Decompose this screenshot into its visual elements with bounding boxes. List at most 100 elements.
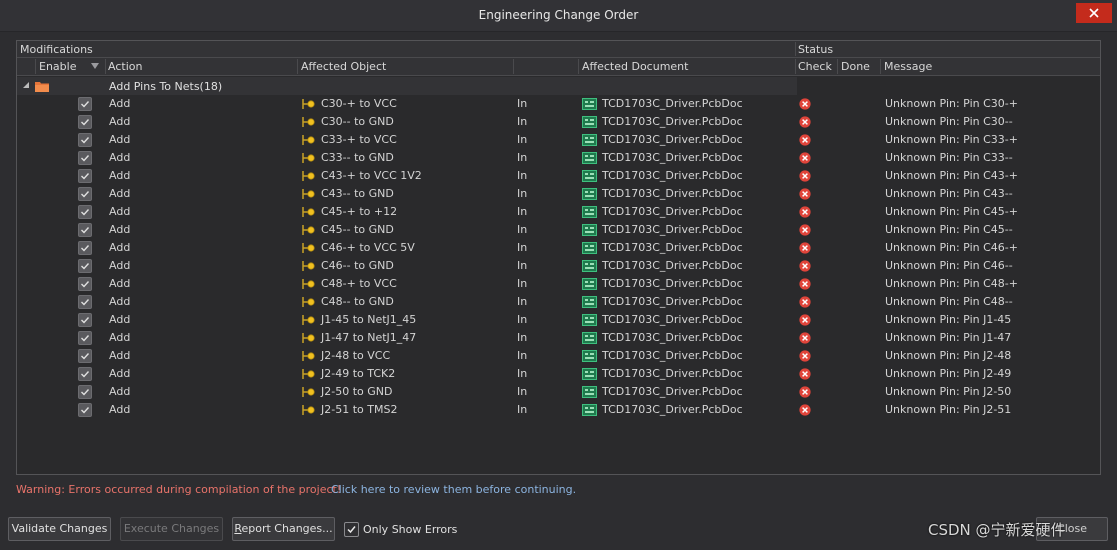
row-affected-object: C30-- to GND bbox=[321, 115, 394, 128]
row-affected-document: TCD1703C_Driver.PcbDoc bbox=[602, 331, 743, 344]
message-column-header[interactable]: Message bbox=[881, 58, 932, 75]
checkmark-icon bbox=[81, 389, 90, 396]
affected-document-column-header[interactable]: Affected Document bbox=[579, 58, 688, 75]
enable-checkbox[interactable] bbox=[78, 115, 92, 129]
table-row[interactable]: Add J2-48 to VCC In TCD1703C_Driver.PcbD… bbox=[17, 347, 1100, 365]
enable-checkbox[interactable] bbox=[78, 169, 92, 183]
row-message: Unknown Pin: Pin J2-51 bbox=[885, 403, 1012, 416]
table-row[interactable]: Add J1-47 to NetJ1_47 In TCD1703C_Driver… bbox=[17, 329, 1100, 347]
pcb-document-icon bbox=[582, 332, 597, 344]
execute-changes-button[interactable]: Execute Changes bbox=[120, 517, 223, 541]
table-row[interactable]: Add C45-- to GND In TCD1703C_Driver.PcbD… bbox=[17, 221, 1100, 239]
enable-checkbox[interactable] bbox=[78, 241, 92, 255]
table-row[interactable]: Add C48-+ to VCC In TCD1703C_Driver.PcbD… bbox=[17, 275, 1100, 293]
enable-checkbox[interactable] bbox=[78, 187, 92, 201]
check-column-header[interactable]: Check bbox=[795, 58, 832, 75]
error-icon bbox=[799, 314, 811, 326]
row-affected-object: J1-47 to NetJ1_47 bbox=[321, 331, 417, 344]
report-mnemonic: R bbox=[234, 522, 242, 535]
affected-object-column-header[interactable]: Affected Object bbox=[298, 58, 386, 75]
enable-checkbox[interactable] bbox=[78, 367, 92, 381]
row-action: Add bbox=[109, 367, 131, 380]
sort-down-icon[interactable] bbox=[90, 62, 100, 70]
row-affected-document: TCD1703C_Driver.PcbDoc bbox=[602, 259, 743, 272]
changes-grid[interactable]: Modifications Status Enable Action Affec… bbox=[16, 40, 1101, 475]
pcb-document-icon bbox=[582, 242, 597, 254]
table-row[interactable]: Add C46-- to GND In TCD1703C_Driver.PcbD… bbox=[17, 257, 1100, 275]
report-changes-button[interactable]: Report Changes... bbox=[232, 517, 335, 541]
row-affected-document: TCD1703C_Driver.PcbDoc bbox=[602, 187, 743, 200]
enable-checkbox[interactable] bbox=[78, 277, 92, 291]
table-row[interactable]: Add C43-+ to VCC 1V2 In TCD1703C_Driver.… bbox=[17, 167, 1100, 185]
table-row[interactable]: Add J2-49 to TCK2 In TCD1703C_Driver.Pcb… bbox=[17, 365, 1100, 383]
modifications-group-header: Modifications bbox=[20, 43, 93, 56]
group-row-add-pins[interactable]: Add Pins To Nets(18) bbox=[17, 77, 797, 95]
only-show-errors-box[interactable] bbox=[344, 521, 359, 537]
action-column-header[interactable]: Action bbox=[105, 58, 142, 75]
table-row[interactable]: Add C33-+ to VCC In TCD1703C_Driver.PcbD… bbox=[17, 131, 1100, 149]
pin-to-net-icon bbox=[302, 207, 315, 217]
checkmark-icon bbox=[81, 155, 90, 162]
error-icon bbox=[799, 368, 811, 380]
enable-checkbox[interactable] bbox=[78, 403, 92, 417]
only-show-errors-checkbox[interactable]: Only Show Errors bbox=[344, 520, 457, 538]
row-direction: In bbox=[517, 223, 528, 236]
enable-column-header[interactable]: Enable bbox=[36, 58, 76, 75]
row-affected-object: C46-+ to VCC 5V bbox=[321, 241, 415, 254]
error-icon bbox=[799, 242, 811, 254]
pcb-document-icon bbox=[582, 386, 597, 398]
done-column-header[interactable]: Done bbox=[838, 58, 870, 75]
checkmark-icon bbox=[81, 191, 90, 198]
table-row[interactable]: Add J1-45 to NetJ1_45 In TCD1703C_Driver… bbox=[17, 311, 1100, 329]
row-action: Add bbox=[109, 277, 131, 290]
table-row[interactable]: Add J2-51 to TMS2 In TCD1703C_Driver.Pcb… bbox=[17, 401, 1100, 419]
enable-checkbox[interactable] bbox=[78, 385, 92, 399]
row-action: Add bbox=[109, 241, 131, 254]
checkmark-icon bbox=[81, 245, 90, 252]
enable-checkbox[interactable] bbox=[78, 97, 92, 111]
error-icon bbox=[799, 224, 811, 236]
table-row[interactable]: Add C43-- to GND In TCD1703C_Driver.PcbD… bbox=[17, 185, 1100, 203]
enable-checkbox[interactable] bbox=[78, 295, 92, 309]
close-button[interactable]: Close bbox=[1036, 517, 1108, 541]
table-row[interactable]: Add C33-- to GND In TCD1703C_Driver.PcbD… bbox=[17, 149, 1100, 167]
changes-list: Add C30-+ to VCC In TCD1703C_Driver.PcbD… bbox=[17, 95, 1100, 419]
row-affected-document: TCD1703C_Driver.PcbDoc bbox=[602, 367, 743, 380]
enable-checkbox[interactable] bbox=[78, 313, 92, 327]
row-action: Add bbox=[109, 331, 131, 344]
row-message: Unknown Pin: Pin C46-+ bbox=[885, 241, 1018, 254]
table-row[interactable]: Add C46-+ to VCC 5V In TCD1703C_Driver.P… bbox=[17, 239, 1100, 257]
enable-checkbox[interactable] bbox=[78, 205, 92, 219]
table-row[interactable]: Add C45-+ to +12 In TCD1703C_Driver.PcbD… bbox=[17, 203, 1100, 221]
window-close-button[interactable] bbox=[1076, 3, 1112, 23]
collapse-triangle-icon[interactable] bbox=[22, 81, 30, 89]
checkmark-icon bbox=[347, 525, 356, 533]
pin-to-net-icon bbox=[302, 225, 315, 235]
pin-to-net-icon bbox=[302, 279, 315, 289]
table-row[interactable]: Add C48-- to GND In TCD1703C_Driver.PcbD… bbox=[17, 293, 1100, 311]
row-affected-document: TCD1703C_Driver.PcbDoc bbox=[602, 169, 743, 182]
error-icon bbox=[799, 260, 811, 272]
error-icon bbox=[799, 206, 811, 218]
review-errors-link[interactable]: Click here to review them before continu… bbox=[331, 483, 576, 496]
enable-checkbox[interactable] bbox=[78, 151, 92, 165]
table-row[interactable]: Add J2-50 to GND In TCD1703C_Driver.PcbD… bbox=[17, 383, 1100, 401]
validate-changes-button[interactable]: Validate Changes bbox=[8, 517, 111, 541]
error-icon bbox=[799, 278, 811, 290]
row-direction: In bbox=[517, 295, 528, 308]
row-direction: In bbox=[517, 187, 528, 200]
enable-checkbox[interactable] bbox=[78, 259, 92, 273]
enable-checkbox[interactable] bbox=[78, 349, 92, 363]
enable-checkbox[interactable] bbox=[78, 223, 92, 237]
checkmark-icon bbox=[81, 209, 90, 216]
error-icon bbox=[799, 134, 811, 146]
checkmark-icon bbox=[81, 371, 90, 378]
enable-checkbox[interactable] bbox=[78, 133, 92, 147]
row-action: Add bbox=[109, 169, 131, 182]
table-row[interactable]: Add C30-+ to VCC In TCD1703C_Driver.PcbD… bbox=[17, 95, 1100, 113]
table-row[interactable]: Add C30-- to GND In TCD1703C_Driver.PcbD… bbox=[17, 113, 1100, 131]
row-action: Add bbox=[109, 115, 131, 128]
enable-checkbox[interactable] bbox=[78, 331, 92, 345]
row-action: Add bbox=[109, 385, 131, 398]
error-icon bbox=[799, 296, 811, 308]
